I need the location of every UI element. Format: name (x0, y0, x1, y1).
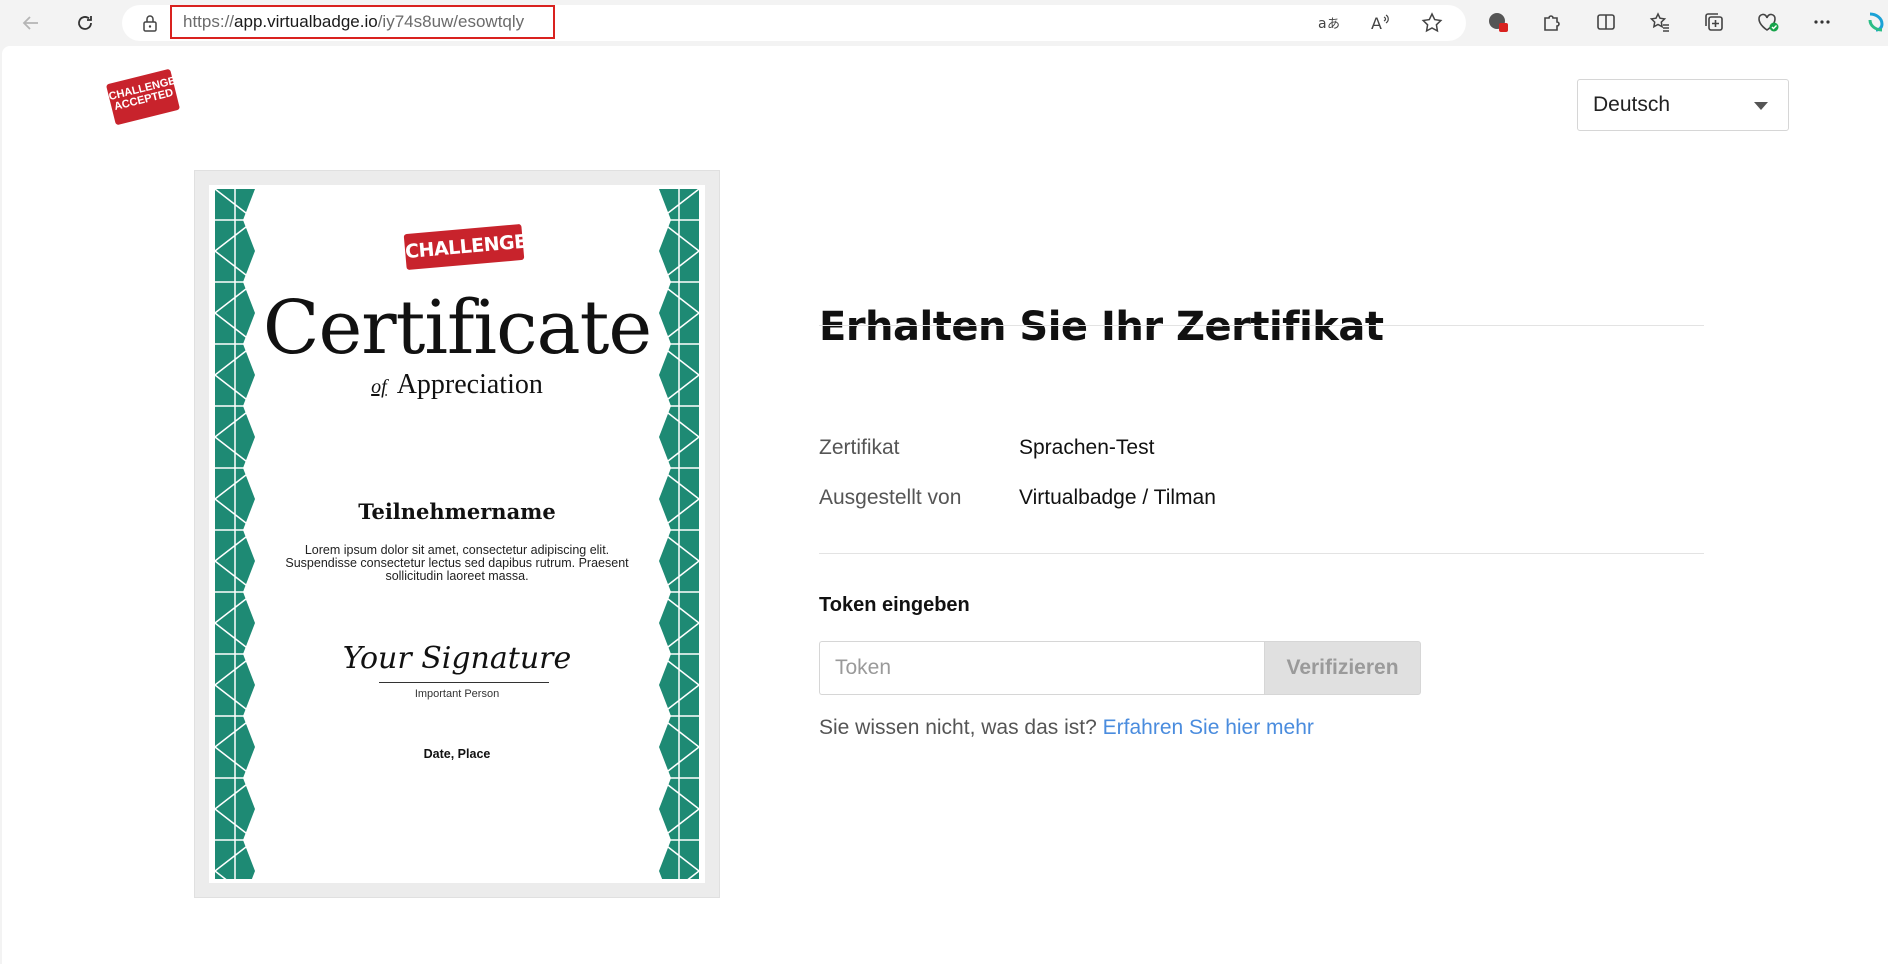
language-select[interactable]: Deutsch (1577, 79, 1789, 131)
browser-chrome: https://app.virtualbadge.io/iy74s8uw/eso… (0, 0, 1888, 46)
divider-middle (819, 553, 1704, 554)
refresh-button[interactable] (68, 6, 102, 40)
certificate-signature: Your Signature (342, 641, 572, 676)
certificate-participant-name: Teilnehmername (358, 499, 556, 524)
url-text[interactable]: https://app.virtualbadge.io/iy74s8uw/eso… (170, 5, 555, 39)
browser-essentials-icon[interactable] (1752, 10, 1784, 34)
translate-icon[interactable]: aあ (1312, 11, 1344, 35)
help-text: Sie wissen nicht, was das ist? Erfahren … (819, 716, 1314, 740)
favorites-icon[interactable] (1644, 10, 1676, 34)
site-logo[interactable]: CHALLENGE ACCEPTED (105, 68, 181, 126)
token-input[interactable] (819, 641, 1264, 695)
certificate-description: Lorem ipsum dolor sit amet, consectetur … (285, 543, 629, 583)
extension-shield-icon[interactable] (1482, 10, 1514, 34)
certificate-paper: CHALLENGE ACCEPTED Certificate of Appreci… (209, 185, 705, 883)
certificate-subtitle: of Appreciation (209, 369, 705, 401)
certificate-signer: Important Person (414, 688, 500, 700)
certificate-subtitle-of: of (371, 376, 387, 398)
info-value-certificate: Sprachen-Test (1019, 436, 1155, 459)
address-bar[interactable]: https://app.virtualbadge.io/iy74s8uw/eso… (122, 5, 1466, 41)
back-button[interactable] (14, 6, 48, 40)
svg-text:あ: あ (1327, 17, 1339, 32)
certificate-logo: CHALLENGE ACCEPTED (403, 223, 527, 298)
svg-text:a: a (1318, 16, 1327, 32)
favorite-star-icon[interactable] (1416, 11, 1448, 35)
read-aloud-icon[interactable]: A (1364, 11, 1396, 35)
divider-top (819, 325, 1704, 326)
page-title: Erhalten Sie Ihr Zertifikat (819, 304, 1384, 350)
certificate-subtitle-text: Appreciation (396, 369, 543, 400)
help-text-prefix: Sie wissen nicht, was das ist? (819, 716, 1097, 739)
url-path: /iy74s8uw/esowtqly (377, 12, 525, 31)
collections-icon[interactable] (1698, 10, 1730, 34)
certificate-date-place: Date, Place (423, 747, 491, 761)
page-content: CHALLENGE ACCEPTED Deutsch CHALLENGE ACC… (2, 46, 1888, 964)
certificate-preview: CHALLENGE ACCEPTED Certificate of Appreci… (194, 170, 720, 898)
extensions-puzzle-icon[interactable] (1536, 10, 1568, 34)
more-menu-icon[interactable] (1806, 10, 1838, 34)
signature-line (379, 682, 549, 683)
site-logo-text: CHALLENGE ACCEPTED (107, 74, 177, 114)
refresh-icon (78, 16, 92, 30)
split-screen-icon[interactable] (1590, 10, 1622, 34)
info-label-issuer: Ausgestellt von (819, 486, 962, 509)
info-value-issuer: Virtualbadge / Tilman (1019, 486, 1216, 509)
chevron-down-icon (1754, 102, 1768, 110)
lock-icon[interactable] (142, 14, 158, 32)
back-arrow-icon (22, 16, 38, 30)
certificate-title: Certificate (262, 285, 652, 371)
token-heading: Token eingeben (819, 594, 970, 616)
url-protocol: https:// (183, 12, 235, 31)
language-select-value: Deutsch (1593, 93, 1671, 116)
verify-button[interactable]: Verifizieren (1264, 641, 1421, 695)
copilot-icon[interactable] (1860, 10, 1888, 34)
info-label-certificate: Zertifikat (819, 436, 900, 459)
svg-text:A: A (1371, 14, 1382, 33)
learn-more-link[interactable]: Erfahren Sie hier mehr (1103, 716, 1314, 739)
url-host: app.virtualbadge.io (234, 12, 378, 31)
